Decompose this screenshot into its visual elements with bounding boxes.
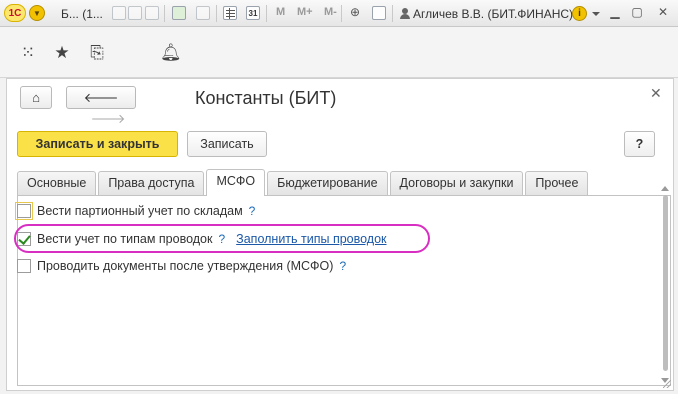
page-title: Константы (БИТ)	[195, 88, 337, 108]
title-bar: 1С ▼ Б... (1... 31 M M+ M- ⊕ Агличев В.В…	[0, 0, 678, 27]
preview-icon[interactable]	[145, 6, 159, 20]
batch-accounting-checkbox[interactable]	[15, 202, 33, 220]
vertical-scrollbar[interactable]	[659, 186, 671, 386]
constants-form: ⌂ 🡐 🡒 Константы (БИТ) ✕ Записать и закры…	[6, 78, 674, 391]
user-icon	[400, 8, 410, 19]
tab-contracts[interactable]: Договоры и закупки	[389, 171, 524, 195]
maximize-icon[interactable]: ▢	[630, 5, 644, 19]
help-link[interactable]: ?	[339, 259, 346, 273]
forward-arrow-icon[interactable]: 🡒	[91, 111, 126, 126]
save-button[interactable]: Записать	[187, 131, 267, 157]
tab-access-rights[interactable]: Права доступа	[98, 171, 205, 195]
resize-grip-icon[interactable]	[663, 380, 671, 388]
home-button[interactable]: ⌂	[20, 86, 52, 109]
app-logo-icon[interactable]: 1С	[4, 4, 26, 22]
scroll-up-icon[interactable]	[661, 186, 669, 191]
main-menu-button[interactable]: ▼	[29, 5, 45, 21]
memory-minus-button[interactable]: M-	[324, 6, 337, 18]
option-label: Проводить документы после утверждения (М…	[37, 259, 334, 273]
history-icon[interactable]: ⎘	[87, 43, 107, 63]
scroll-thumb[interactable]	[663, 195, 668, 371]
chevron-down-icon[interactable]	[592, 12, 600, 16]
download-icon[interactable]	[172, 6, 186, 20]
apps-grid-icon[interactable]: ⁙	[18, 43, 38, 63]
option-label: Вести партионный учет по складам	[37, 204, 243, 218]
close-window-icon[interactable]: ✕	[656, 5, 670, 19]
minimize-icon[interactable]: ▁	[608, 5, 622, 19]
tab-strip: Основные Права доступа МСФО Бюджетирован…	[17, 169, 590, 196]
tab-budgeting[interactable]: Бюджетирование	[267, 171, 388, 195]
help-button[interactable]: ?	[624, 131, 655, 157]
tab-other[interactable]: Прочее	[525, 171, 589, 195]
panel-layout-icon[interactable]	[372, 6, 386, 20]
memory-m-button[interactable]: M	[276, 6, 285, 18]
bell-icon[interactable]: 🔔︎	[160, 43, 182, 63]
close-icon[interactable]: ✕	[650, 85, 662, 102]
favorites-star-icon[interactable]: ★	[52, 43, 72, 63]
section-toolbar: ⁙ ★ ⎘ 🔔︎	[0, 27, 678, 78]
window-title: Б... (1...	[61, 6, 103, 21]
info-icon[interactable]: i	[572, 6, 587, 21]
back-forward-buttons[interactable]: 🡐 🡒	[66, 86, 136, 126]
help-link[interactable]: ?	[249, 204, 256, 218]
save-and-close-button[interactable]: Записать и закрыть	[17, 131, 178, 157]
post-after-approval-checkbox[interactable]	[17, 259, 31, 273]
highlight-outline	[14, 224, 430, 253]
option-batch-accounting[interactable]: Вести партионный учет по складам ?	[15, 201, 256, 221]
print-icon[interactable]	[128, 6, 142, 20]
save-icon[interactable]	[112, 6, 126, 20]
attachments-icon[interactable]	[196, 6, 210, 20]
option-post-after-approval[interactable]: Проводить документы после утверждения (М…	[17, 256, 346, 276]
zoom-icon[interactable]: ⊕	[348, 5, 362, 19]
tab-ifrs[interactable]: МСФО	[206, 169, 266, 196]
user-name[interactable]: Агличев В.В. (БИТ.ФИНАНС)	[413, 7, 573, 21]
calendar-icon[interactable]: 31	[246, 6, 260, 20]
calculator-icon[interactable]	[223, 6, 237, 20]
memory-plus-button[interactable]: M+	[297, 6, 313, 18]
back-arrow-icon[interactable]: 🡐	[84, 90, 119, 105]
tab-basic[interactable]: Основные	[17, 171, 97, 195]
